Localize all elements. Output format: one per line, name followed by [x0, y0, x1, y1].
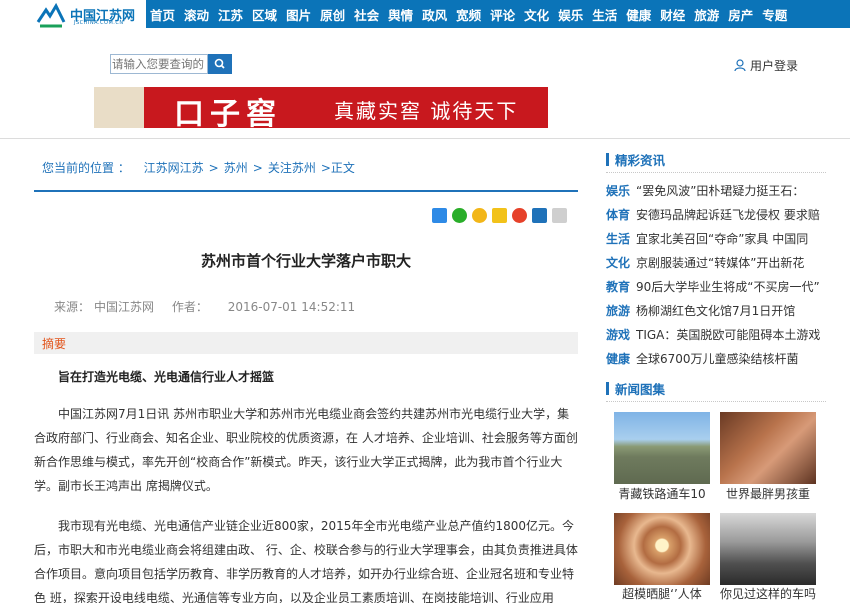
nav-item[interactable]: 生活 [592, 5, 617, 24]
news-headline[interactable]: 90后大学毕业生将成“不买房一代” [636, 278, 820, 295]
login-link[interactable]: 用户登录 [734, 57, 798, 74]
news-headline[interactable]: 全球6700万儿童感染结核杆菌 [636, 350, 799, 367]
news-category[interactable]: 娱乐 [606, 182, 636, 199]
news-list-item[interactable]: 教育 90后大学毕业生将成“不买房一代” [606, 274, 831, 298]
gallery-caption[interactable]: 超模晒腿‘’人体 [606, 585, 718, 602]
breadcrumb-item[interactable]: 苏州 [224, 161, 248, 175]
breadcrumb: 您当前的位置 ： 江苏网江苏 > 苏州 > 关注苏州 >正文 [42, 161, 355, 175]
breadcrumb-item[interactable]: 关注苏州 [268, 161, 316, 175]
author-label: 作者： [171, 300, 208, 314]
news-category[interactable]: 教育 [606, 278, 636, 295]
nav-item[interactable]: 原创 [320, 5, 345, 24]
top-nav-bar: 中国江苏网 JSCHINA.COM.CN 首页 滚动 江苏 区域 图片 原创 社会 舆情 政风宽… [0, 0, 850, 28]
news-headline[interactable]: TIGA：英国脱欧可能阻碍本土游戏 [636, 326, 820, 343]
news-list-item[interactable]: 娱乐 “罢免风波”田朴珺疑力挺王石： [606, 178, 831, 202]
login-label: 用户登录 [750, 59, 799, 73]
news-category[interactable]: 生活 [606, 230, 636, 247]
article-meta: 来源： 中国江苏网 作者： 2016-07-01 14:52:11 [54, 298, 363, 315]
nav-item[interactable]: 滚动 [184, 5, 209, 24]
summary-label: 摘要 [42, 337, 67, 351]
breadcrumb-item[interactable]: 江苏网江苏 [144, 161, 204, 175]
copy-icon[interactable] [552, 208, 567, 223]
divider [606, 172, 826, 173]
article-paragraph: 我市现有光电缆、光电通信产业链企业近800家，2015年全市光电缆产业总产值约1… [34, 519, 578, 603]
nav-item[interactable]: 江苏 [218, 5, 243, 24]
gallery-photo-train[interactable] [614, 412, 710, 484]
user-icon [734, 59, 746, 72]
share-more-icon[interactable] [432, 208, 447, 223]
share-bar [432, 208, 572, 223]
breadcrumb-current: 正文 [330, 161, 355, 175]
nav-item[interactable]: 舆情 [388, 5, 413, 24]
divider [606, 401, 826, 402]
nav-item[interactable]: 房产 [728, 5, 753, 24]
news-category[interactable]: 旅游 [606, 302, 636, 319]
nav-item[interactable]: 评论 [490, 5, 515, 24]
news-category[interactable]: 文化 [606, 254, 636, 271]
nav-item[interactable]: 娱乐 [558, 5, 583, 24]
divider [34, 190, 578, 192]
gallery-photo-models[interactable] [614, 513, 710, 585]
ad-banner[interactable]: 口子窖 真藏实窖 诚待天下 [94, 87, 548, 128]
search-input[interactable] [110, 54, 208, 74]
search-button[interactable] [208, 54, 232, 74]
article-title: 苏州市首个行业大学落户市职大 [200, 252, 411, 270]
news-list-item[interactable]: 旅游 杨柳湖红色文化馆7月1日开馆 [606, 298, 831, 322]
news-list-item[interactable]: 体育 安德玛品牌起诉廷飞龙侵权 要求赔 [606, 202, 831, 226]
nav-item[interactable]: 旅游 [694, 5, 719, 24]
featured-news-list: 娱乐 “罢免风波”田朴珺疑力挺王石： 体育 安德玛品牌起诉廷飞龙侵权 要求赔 生活 宜家北… [606, 178, 831, 370]
banner-bottles-image [94, 87, 144, 128]
featured-news-heading: 精彩资讯 [606, 150, 665, 169]
gallery-caption[interactable]: 世界最胖男孩重 [712, 485, 824, 502]
nav-item[interactable]: 宽频 [456, 5, 481, 24]
logo-icon [36, 2, 66, 28]
nav-item[interactable]: 专题 [762, 5, 787, 24]
publish-date: 2016-07-01 14:52:11 [227, 300, 356, 314]
banner-brand: 口子窖 [174, 97, 282, 128]
news-headline[interactable]: “罢免风波”田朴珺疑力挺王石： [636, 182, 804, 199]
nav-item[interactable]: 区域 [252, 5, 277, 24]
nav-item[interactable]: 首页 [150, 5, 175, 24]
article-paragraph: 中国江苏网7月1日讯 苏州市职业大学和苏州市光电缆业商会签约共建苏州市光电缆行业… [34, 407, 578, 493]
breadcrumb-prefix: 您当前的位置 ： [42, 161, 130, 175]
news-list-item[interactable]: 生活 宜家北美召回“夺命”家具 中国同 [606, 226, 831, 250]
logo-subtext: JSCHINA.COM.CN [74, 20, 124, 26]
summary-bar: 摘要 [34, 332, 578, 354]
news-headline[interactable]: 杨柳湖红色文化馆7月1日开馆 [636, 302, 795, 319]
gallery-photo-boy[interactable] [720, 412, 816, 484]
main-nav: 首页 滚动 江苏 区域 图片 原创 社会 舆情 政风 宽频 评论 文化 娱乐 生活 健康 财经 旅游 房产 专题 [150, 0, 796, 28]
wechat-icon[interactable] [452, 208, 467, 223]
gallery-heading: 新闻图集 [606, 379, 665, 398]
search-icon [214, 58, 225, 69]
news-headline[interactable]: 安德玛品牌起诉廷飞龙侵权 要求赔 [636, 206, 820, 223]
news-category[interactable]: 游戏 [606, 326, 636, 343]
source-label: 来源： [54, 300, 91, 314]
news-headline[interactable]: 京剧服装通过“转媒体”开出新花 [636, 254, 804, 271]
gallery-photo-car[interactable] [720, 513, 816, 585]
nav-item[interactable]: 社会 [354, 5, 379, 24]
nav-item[interactable]: 健康 [626, 5, 651, 24]
news-category[interactable]: 健康 [606, 350, 636, 367]
site-logo[interactable]: 中国江苏网 JSCHINA.COM.CN [0, 0, 146, 28]
weibo-icon[interactable] [512, 208, 527, 223]
news-headline[interactable]: 宜家北美召回“夺命”家具 中国同 [636, 230, 808, 247]
summary-text: 旨在打造光电缆、光电通信行业人才摇篮 [58, 370, 275, 384]
qzone-icon[interactable] [492, 208, 507, 223]
nav-item[interactable]: 财经 [660, 5, 685, 24]
divider [0, 138, 850, 139]
gallery-caption[interactable]: 你见过这样的车吗 [712, 585, 824, 602]
source: 中国江苏网 [94, 300, 155, 314]
nav-item[interactable]: 图片 [286, 5, 311, 24]
news-list-item[interactable]: 游戏 TIGA：英国脱欧可能阻碍本土游戏 [606, 322, 831, 346]
gallery-caption[interactable]: 青藏铁路通车10 [606, 485, 718, 502]
news-list-item[interactable]: 文化 京剧服装通过“转媒体”开出新花 [606, 250, 831, 274]
qq-icon[interactable] [472, 208, 487, 223]
nav-item[interactable]: 政风 [422, 5, 447, 24]
tencent-weibo-icon[interactable] [532, 208, 547, 223]
news-category[interactable]: 体育 [606, 206, 636, 223]
nav-item[interactable]: 文化 [524, 5, 549, 24]
news-list-item[interactable]: 健康 全球6700万儿童感染结核杆菌 [606, 346, 831, 370]
banner-slogan: 真藏实窖 诚待天下 [334, 99, 519, 123]
